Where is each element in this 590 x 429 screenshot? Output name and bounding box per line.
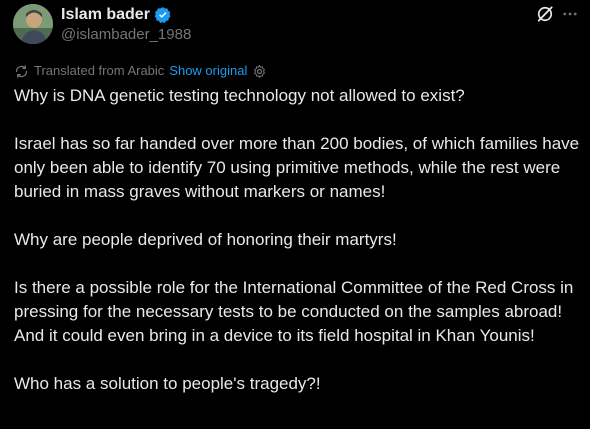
avatar-image (13, 4, 53, 44)
post-paragraph: Israel has so far handed over more than … (14, 134, 580, 201)
post-paragraph: Who has a solution to people's tragedy?! (14, 374, 321, 393)
post-card: Islam bader @islambader_1988 Translated … (0, 0, 590, 429)
author-handle[interactable]: @islambader_1988 (61, 26, 191, 44)
show-original-link[interactable]: Show original (169, 62, 247, 80)
gear-icon[interactable] (252, 64, 267, 79)
post-paragraph: Is there a possible role for the Interna… (14, 278, 574, 345)
post-text: Why is DNA genetic testing technology no… (14, 84, 580, 396)
translate-icon (14, 64, 29, 79)
avatar[interactable] (13, 4, 53, 44)
grok-icon[interactable] (535, 4, 555, 24)
translation-notice: Translated from Arabic Show original (14, 62, 267, 80)
verified-badge-icon (154, 6, 172, 24)
author-name-row: Islam bader (61, 5, 172, 25)
author-display-name[interactable]: Islam bader (61, 5, 150, 25)
post-paragraph: Why are people deprived of honoring thei… (14, 230, 397, 249)
more-horizontal-icon[interactable] (560, 4, 580, 24)
post-paragraph: Why is DNA genetic testing technology no… (14, 86, 465, 105)
translation-label: Translated from Arabic (34, 63, 165, 78)
